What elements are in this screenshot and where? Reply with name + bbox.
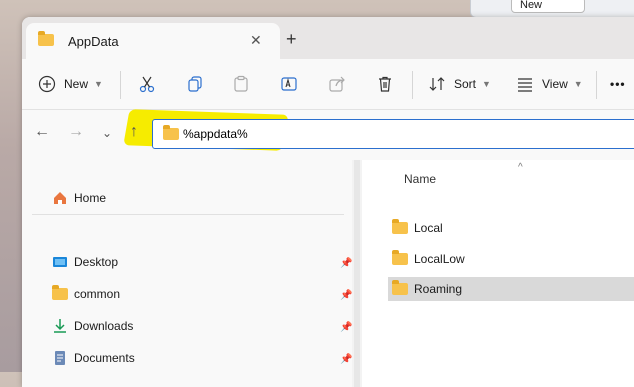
desktop-icon xyxy=(53,257,67,267)
close-icon[interactable]: ✕ xyxy=(250,32,262,49)
view-label: View xyxy=(542,77,568,91)
delete-button[interactable] xyxy=(376,69,394,99)
cut-button[interactable] xyxy=(138,69,156,99)
sidebar-item-common[interactable]: common xyxy=(52,284,120,304)
navigation-pane: Home Desktop 📌 common 📌 Downloads 📌 Docu… xyxy=(22,160,352,387)
column-header-name[interactable]: Name xyxy=(404,172,436,186)
folder-icon xyxy=(52,285,68,300)
tab-appdata[interactable]: AppData ✕ xyxy=(26,23,280,59)
home-icon xyxy=(54,192,66,204)
file-list: ^ Name Local LocalLow Roaming xyxy=(362,160,634,387)
list-item[interactable]: Local xyxy=(388,216,634,240)
folder-icon xyxy=(163,125,179,140)
file-name: LocalLow xyxy=(414,252,465,266)
list-item[interactable]: Roaming xyxy=(388,277,634,301)
command-bar: New ▼ Sort ▼ View ▼ ••• xyxy=(22,59,634,110)
sidebar-item-label: common xyxy=(74,287,121,301)
back-arrow-icon[interactable]: ← xyxy=(34,123,50,141)
copy-icon xyxy=(188,76,202,92)
sort-button[interactable]: Sort ▼ xyxy=(428,69,491,99)
pin-icon[interactable]: 📌 xyxy=(340,290,352,301)
tab-strip: AppData ✕ + xyxy=(22,17,634,59)
new-tab-button[interactable]: + xyxy=(286,29,297,50)
documents-icon xyxy=(55,351,65,365)
folder-icon xyxy=(392,280,408,295)
pin-icon[interactable]: 📌 xyxy=(340,322,352,333)
new-label: New xyxy=(64,77,89,91)
address-input[interactable]: %appdata% xyxy=(183,127,248,141)
sidebar-item-downloads[interactable]: Downloads xyxy=(52,316,133,336)
chevron-down-icon: ▼ xyxy=(94,79,103,89)
paste-button[interactable] xyxy=(232,69,250,99)
download-icon xyxy=(54,319,66,333)
background-new-button[interactable]: New xyxy=(511,0,585,13)
clipboard-icon xyxy=(234,75,248,92)
tab-title: AppData xyxy=(68,34,119,49)
background-new-label: New xyxy=(520,0,543,11)
file-explorer-window: AppData ✕ + New ▼ Sort ▼ View ▼ ••• ← → … xyxy=(22,17,634,387)
scissors-icon xyxy=(139,76,155,93)
scrollbar[interactable] xyxy=(354,160,360,387)
address-bar[interactable]: %appdata% xyxy=(152,119,634,149)
sort-label: Sort xyxy=(454,77,477,91)
divider xyxy=(120,71,121,99)
file-name: Roaming xyxy=(414,282,463,296)
divider xyxy=(412,71,413,99)
sidebar-item-label: Home xyxy=(74,191,107,205)
list-item[interactable]: LocalLow xyxy=(388,247,634,271)
view-button[interactable]: View ▼ xyxy=(516,69,583,99)
sidebar-item-label: Desktop xyxy=(74,255,119,269)
background-window: New xyxy=(470,0,634,18)
share-icon xyxy=(329,76,345,92)
sidebar-item-desktop[interactable]: Desktop xyxy=(52,252,118,272)
trash-icon xyxy=(379,76,391,92)
rename-button[interactable] xyxy=(280,69,298,99)
chevron-down-icon: ▼ xyxy=(482,79,491,89)
divider xyxy=(596,71,597,99)
navigation-bar: ← → ⌄ ↑ %appdata% xyxy=(22,109,634,160)
pin-icon[interactable]: 📌 xyxy=(340,354,352,365)
sort-ascending-icon: ^ xyxy=(518,162,523,173)
folder-icon xyxy=(38,31,54,46)
up-arrow-icon[interactable]: ↑ xyxy=(130,123,138,141)
pin-icon[interactable]: 📌 xyxy=(340,258,352,269)
new-button[interactable]: New ▼ xyxy=(38,69,103,99)
more-options-button[interactable]: ••• xyxy=(610,69,626,99)
rename-icon xyxy=(281,77,297,91)
folder-icon xyxy=(392,250,408,265)
folder-icon xyxy=(392,219,408,234)
recent-locations-chevron-icon[interactable]: ⌄ xyxy=(102,126,112,140)
file-name: Local xyxy=(414,221,443,235)
sidebar-item-label: Downloads xyxy=(74,319,134,333)
copy-button[interactable] xyxy=(186,69,204,99)
view-icon xyxy=(518,78,532,92)
sidebar-item-documents[interactable]: Documents xyxy=(52,348,135,368)
chevron-down-icon: ▼ xyxy=(573,79,583,89)
share-button[interactable] xyxy=(328,69,346,99)
sidebar-item-label: Documents xyxy=(74,351,135,365)
forward-arrow-icon[interactable]: → xyxy=(68,123,84,141)
plus-circle-icon xyxy=(38,75,56,93)
divider xyxy=(32,214,344,215)
sort-icon xyxy=(429,77,445,91)
sidebar-item-home[interactable]: Home xyxy=(52,188,106,208)
